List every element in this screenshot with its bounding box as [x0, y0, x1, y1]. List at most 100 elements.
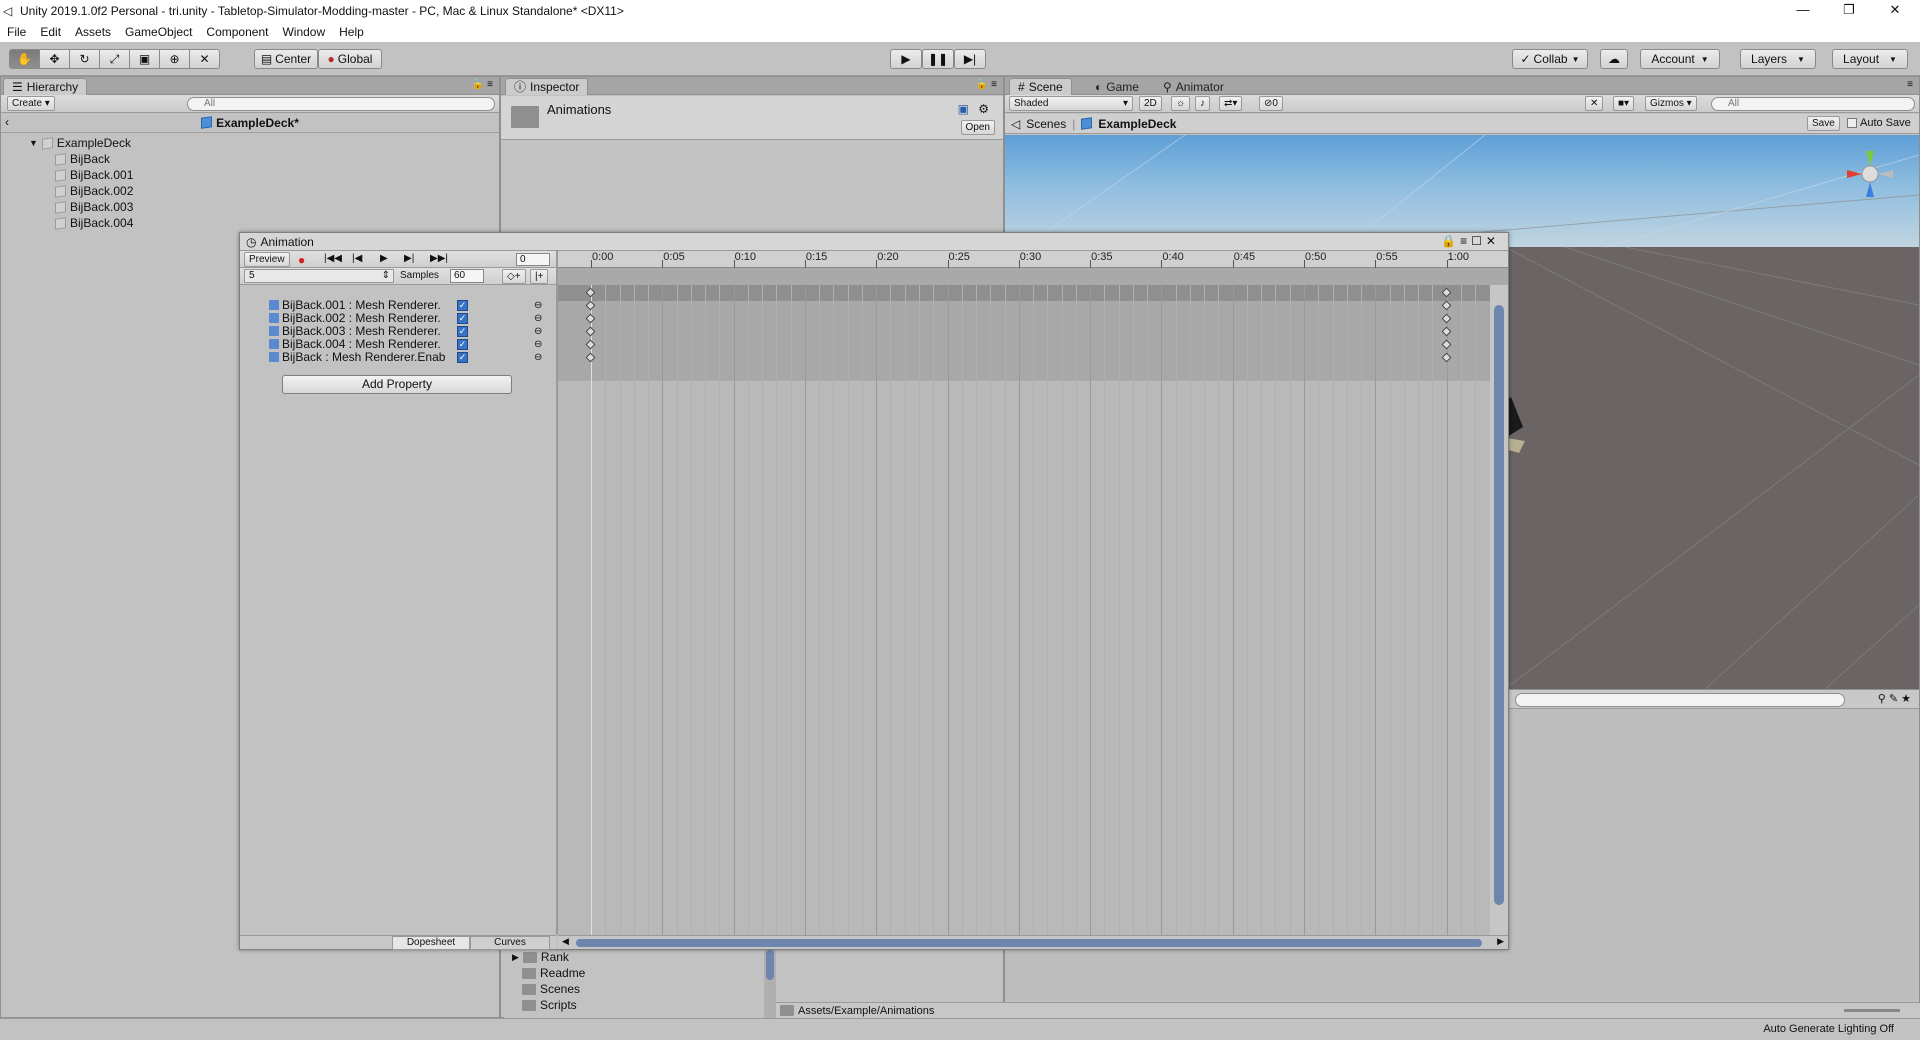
- cloud-button[interactable]: ☁: [1600, 49, 1628, 69]
- property-row[interactable]: BijBack : Mesh Renderer.Enab ✓ ⊖: [240, 349, 560, 365]
- scene-header[interactable]: ‹ ExampleDeck*: [1, 113, 499, 133]
- clip-dropdown[interactable]: 5 ⇕: [244, 269, 394, 283]
- tools-icon[interactable]: ✕: [1585, 96, 1604, 111]
- camera-icon[interactable]: ■▾: [1613, 96, 1635, 111]
- tree-item[interactable]: BijBack.003: [55, 199, 133, 215]
- property-value-checkbox[interactable]: ✓: [457, 299, 468, 311]
- record-icon[interactable]: ●: [298, 253, 305, 267]
- account-button[interactable]: Account ▼: [1640, 49, 1720, 69]
- dopesheet-button[interactable]: Dopesheet: [392, 936, 470, 950]
- project-scroll-thumb[interactable]: [766, 950, 774, 980]
- menu-item-file[interactable]: File: [0, 25, 33, 39]
- tab-hierarchy[interactable]: ☰ Hierarchy: [3, 78, 88, 95]
- scroll-right-icon[interactable]: ▶: [1497, 936, 1504, 947]
- panel-menu-icon[interactable]: ≡: [1907, 79, 1913, 90]
- tree-item[interactable]: BijBack.002: [55, 183, 133, 199]
- panel-menu-icon[interactable]: 🔒 ≡: [472, 79, 493, 90]
- scene-search-input[interactable]: All: [1711, 97, 1915, 111]
- minimize-button[interactable]: —: [1780, 0, 1826, 22]
- save-button[interactable]: Save: [1807, 116, 1840, 131]
- menu-item-gameobject[interactable]: GameObject: [118, 25, 199, 39]
- project-scrollbar[interactable]: [764, 946, 776, 1018]
- pivot-global-button[interactable]: ● Global: [318, 49, 382, 69]
- pivot-center-button[interactable]: ▤ Center: [254, 49, 318, 69]
- close-button[interactable]: ✕: [1872, 0, 1918, 22]
- frame-input[interactable]: 0: [516, 253, 550, 266]
- menu-item-assets[interactable]: Assets: [68, 25, 118, 39]
- tab-scene[interactable]: # Scene: [1009, 78, 1072, 95]
- dopesheet-area[interactable]: [558, 285, 1490, 935]
- step-button[interactable]: ▶|: [954, 49, 986, 69]
- property-value-checkbox[interactable]: ✓: [457, 325, 468, 337]
- menu-item-help[interactable]: Help: [332, 25, 371, 39]
- samples-input[interactable]: 60: [450, 269, 484, 283]
- effects-toggle-icon[interactable]: ⇄▾: [1219, 96, 1243, 111]
- project-folder-item[interactable]: Readme: [522, 966, 585, 980]
- timeline-ruler[interactable]: 0:00 0:05 0:10 0:15 0:20 0:25 0:30 0:35 0:40 0:45…: [558, 251, 1508, 268]
- tree-item[interactable]: BijBack.004: [55, 215, 133, 231]
- tree-root[interactable]: ▼ ExampleDeck: [29, 135, 131, 151]
- help-icon[interactable]: ▣: [958, 102, 969, 116]
- preview-button[interactable]: Preview: [244, 252, 290, 267]
- prev-key-icon[interactable]: |◀: [352, 253, 362, 264]
- curves-button[interactable]: Curves: [470, 936, 550, 950]
- tab-animation[interactable]: ◷ Animation: [246, 235, 314, 249]
- window-controls[interactable]: 🔒≡☐✕: [1441, 234, 1500, 248]
- project-search-input[interactable]: [1515, 693, 1845, 707]
- lighting-toggle-icon[interactable]: ☼: [1171, 96, 1191, 111]
- hscroll-thumb[interactable]: [576, 939, 1482, 947]
- mode-2d-button[interactable]: 2D: [1139, 96, 1162, 111]
- expand-arrow-icon[interactable]: ▶: [512, 952, 519, 963]
- shading-dropdown[interactable]: Shaded ▾: [1009, 96, 1133, 111]
- restore-button[interactable]: ❐: [1826, 0, 1872, 22]
- menu-item-edit[interactable]: Edit: [33, 25, 68, 39]
- open-button[interactable]: Open: [960, 120, 995, 135]
- next-key-icon[interactable]: ▶|: [404, 253, 414, 264]
- tree-item[interactable]: BijBack.001: [55, 167, 133, 183]
- gizmos-dropdown[interactable]: Gizmos ▾: [1645, 96, 1697, 111]
- menu-item-component[interactable]: Component: [199, 25, 275, 39]
- add-keyframe-icon[interactable]: ◇+: [502, 269, 526, 284]
- create-button[interactable]: Create ▾: [7, 96, 55, 111]
- expand-arrow-icon[interactable]: ▼: [29, 135, 38, 151]
- auto-save-toggle[interactable]: Auto Save: [1847, 117, 1911, 129]
- tab-animator[interactable]: ⚲ Animator: [1155, 78, 1232, 95]
- pause-button[interactable]: ❚❚: [922, 49, 954, 69]
- first-key-icon[interactable]: |◀◀: [324, 253, 342, 264]
- project-folder-item[interactable]: ▶ Rank: [512, 950, 569, 964]
- add-event-icon[interactable]: |+: [530, 269, 549, 284]
- tab-game[interactable]: ◐ Game: [1087, 78, 1147, 95]
- play-button[interactable]: ▶: [890, 49, 922, 69]
- layout-button[interactable]: Layout ▼: [1832, 49, 1908, 69]
- audio-toggle-icon[interactable]: ♪: [1195, 96, 1210, 111]
- project-folder-item[interactable]: Scripts: [522, 998, 577, 1012]
- hand-tool-icon[interactable]: ✋: [9, 49, 40, 69]
- event-row[interactable]: [558, 268, 1508, 285]
- property-value-checkbox[interactable]: ✓: [457, 338, 468, 350]
- panel-menu-icon[interactable]: 🔒 ≡: [976, 79, 997, 90]
- scroll-left-icon[interactable]: ◀: [562, 936, 569, 947]
- tab-inspector[interactable]: ⓘ Inspector: [505, 78, 589, 95]
- move-tool-icon[interactable]: ✥: [39, 49, 70, 69]
- collab-button[interactable]: ✓ Collab ▼: [1512, 49, 1588, 69]
- scale-tool-icon[interactable]: ⤢: [99, 49, 130, 69]
- rect-tool-icon[interactable]: ▣: [129, 49, 160, 69]
- hidden-objects-button[interactable]: ⊘0: [1259, 96, 1283, 111]
- dopesheet-vscroll[interactable]: [1490, 285, 1508, 935]
- dopesheet-hscroll[interactable]: ◀ ▶: [558, 935, 1508, 949]
- zoom-slider[interactable]: [1844, 1009, 1900, 1012]
- auto-save-checkbox[interactable]: [1847, 118, 1857, 128]
- orientation-gizmo-icon[interactable]: [1835, 139, 1905, 209]
- hierarchy-search-input[interactable]: All: [187, 97, 495, 111]
- filter-icons[interactable]: ⚲ ✎ ★: [1878, 692, 1911, 705]
- layers-button[interactable]: Layers ▼: [1740, 49, 1816, 69]
- back-arrow-icon[interactable]: ‹: [5, 115, 9, 129]
- vscroll-thumb[interactable]: [1494, 305, 1504, 905]
- property-options-icon[interactable]: ⊖: [534, 352, 542, 363]
- property-value-checkbox[interactable]: ✓: [457, 351, 468, 363]
- project-folder-item[interactable]: Scenes: [522, 982, 580, 996]
- rotate-tool-icon[interactable]: ↻: [69, 49, 100, 69]
- add-property-button[interactable]: Add Property: [282, 375, 512, 394]
- last-key-icon[interactable]: ▶▶|: [430, 253, 448, 264]
- play-anim-icon[interactable]: ▶: [380, 253, 388, 264]
